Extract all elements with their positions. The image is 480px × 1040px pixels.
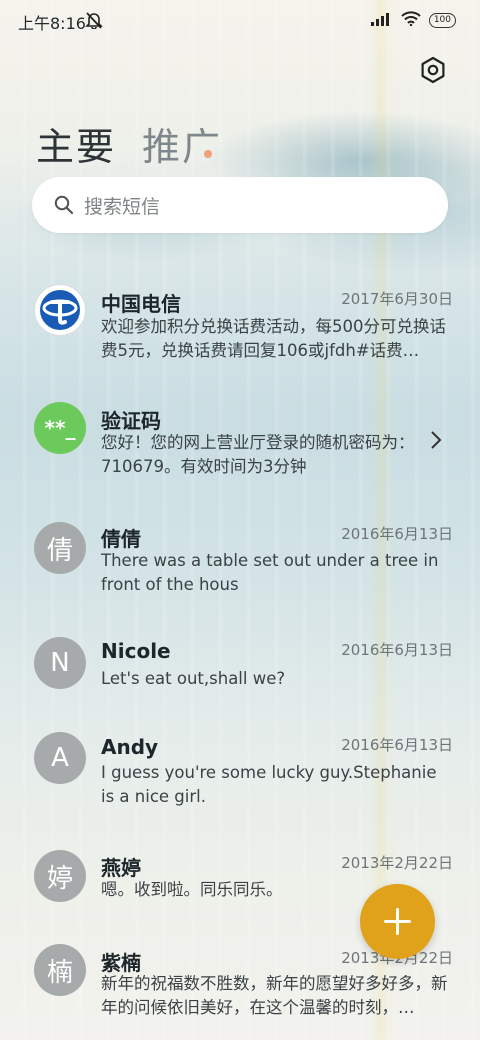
- tab-promotions[interactable]: 推广: [142, 116, 222, 171]
- avatar: 倩: [34, 522, 86, 574]
- settings-icon[interactable]: [418, 55, 448, 85]
- compose-button[interactable]: [360, 884, 435, 959]
- avatar: N: [34, 637, 86, 689]
- sender-name: Nicole: [101, 639, 171, 663]
- battery-icon: 100: [428, 13, 456, 28]
- tab-bar: 主要 推广: [36, 116, 222, 171]
- avatar: 楠: [34, 944, 86, 996]
- message-preview: 欢迎参加积分兑换话费活动，每500分可兑换话费5元，兑换话费请回复106或jfd…: [101, 317, 446, 360]
- message-date: 2013年2月22日: [341, 854, 453, 872]
- message-date: 2016年6月13日: [341, 641, 453, 659]
- message-date: 2016年6月13日: [341, 736, 453, 754]
- sender-name: Andy: [101, 735, 159, 759]
- tab-main[interactable]: 主要: [36, 116, 116, 171]
- sender-name: 倩倩: [101, 527, 141, 551]
- message-preview: 新年的祝福数不胜数，新年的愿望好多好多，新年的问候依旧美好，在这个温馨的时刻，…: [101, 974, 448, 1017]
- mute-icon: [84, 11, 104, 33]
- wifi-icon: [401, 11, 421, 30]
- tab-promotions-label: 推广: [142, 125, 223, 169]
- avatar: **_: [34, 402, 86, 454]
- status-bar: 上午8:16 100: [0, 0, 480, 40]
- unread-dot: [204, 150, 213, 158]
- message-preview: There was a table set out under a tree i…: [101, 551, 439, 594]
- search-icon: [54, 195, 74, 219]
- message-date: 2017年6月30日: [341, 290, 453, 308]
- sender-name: 验证码: [101, 409, 161, 433]
- telecom-logo-icon: [34, 284, 86, 336]
- chevron-right-icon[interactable]: [430, 430, 442, 454]
- search-input[interactable]: 搜索短信: [84, 192, 160, 219]
- sender-name: 燕婷: [101, 856, 141, 880]
- sender-name: 中国电信: [101, 292, 181, 316]
- avatar: A: [34, 732, 86, 784]
- message-date: 2016年6月13日: [341, 525, 453, 543]
- message-preview: I guess you're some lucky guy.Stephanie …: [101, 763, 437, 806]
- signal-icon: [370, 11, 393, 30]
- message-preview: Let's eat out,shall we?: [101, 669, 286, 688]
- search-bar[interactable]: 搜索短信: [32, 177, 448, 233]
- message-preview: 您好！您的网上营业厅登录的随机密码为：710679。有效时间为3分钟: [101, 433, 415, 476]
- status-time: 上午8:16: [18, 14, 86, 33]
- avatar: 婷: [34, 850, 86, 902]
